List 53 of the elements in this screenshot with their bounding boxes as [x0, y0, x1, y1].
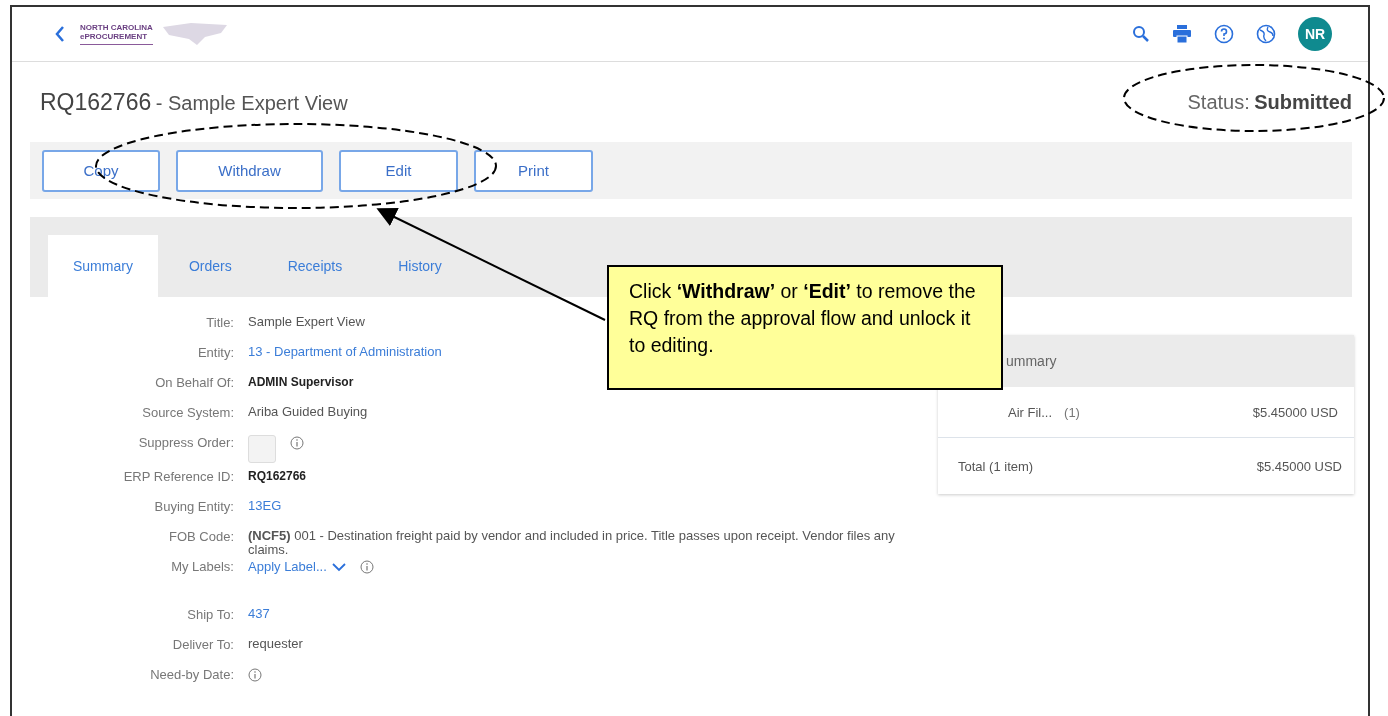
- item-quantity: (1): [1064, 404, 1080, 420]
- tab[interactable]: History: [373, 235, 467, 297]
- field-label: Buying Entity:: [153, 499, 235, 515]
- user-avatar[interactable]: NR: [1298, 17, 1332, 51]
- action-button[interactable]: Print: [474, 149, 593, 192]
- action-button[interactable]: Edit: [339, 149, 458, 192]
- field-label: Ship To:: [186, 607, 235, 623]
- info-icon[interactable]: [290, 436, 304, 450]
- total-amount: $5.45000 USD: [1256, 458, 1342, 474]
- info-icon[interactable]: [248, 668, 262, 682]
- field-value: (NCF5) 001 - Destination freight paid by vendor and included in price. Title passes upon receipt. Vendor files any claims.: [248, 529, 896, 557]
- item-name: Air Fil...: [1008, 404, 1053, 420]
- field-value: Ariba Guided Buying: [248, 405, 368, 419]
- item-amount: $5.45000 USD: [1252, 404, 1338, 420]
- field-link[interactable]: 13EG: [248, 499, 282, 513]
- field-link[interactable]: 13 - Department of Administration: [248, 345, 442, 359]
- tab[interactable]: Summary: [48, 235, 158, 297]
- field-value: Sample Expert View: [248, 315, 365, 329]
- field-label: My Labels:: [170, 559, 235, 575]
- field-value: RQ162766: [248, 469, 307, 483]
- requisition-id: RQ162766: [40, 88, 152, 115]
- info-icon[interactable]: [359, 560, 374, 574]
- field-link[interactable]: 437: [248, 607, 270, 621]
- search-icon[interactable]: [1132, 25, 1150, 43]
- chevron-icon[interactable]: [331, 561, 346, 572]
- total-label: Total (1 item): [958, 458, 1034, 474]
- printer-icon[interactable]: [1172, 24, 1192, 44]
- action-button[interactable]: Withdraw: [176, 149, 323, 192]
- status-label: Status:: [1187, 90, 1250, 113]
- globe-icon[interactable]: [1256, 24, 1276, 44]
- field-value: ADMIN Supervisor: [248, 375, 354, 389]
- back-icon[interactable]: [54, 25, 66, 43]
- field-label: Need-by Date:: [149, 667, 235, 683]
- tab[interactable]: Orders: [163, 235, 257, 297]
- field-label: On Behalf Of:: [154, 375, 235, 391]
- field-label: Suppress Order:: [137, 435, 235, 451]
- field-label: Source System:: [141, 405, 235, 421]
- action-button[interactable]: Copy: [42, 149, 160, 192]
- tab[interactable]: Receipts: [262, 235, 368, 297]
- checkbox[interactable]: [248, 435, 276, 463]
- callout-note: Click ‘Withdraw’ or ‘Edit’ to remove the RQ from the approval flow and unlock it to editing.: [607, 265, 1003, 390]
- status-value: Submitted: [1254, 90, 1352, 113]
- label-dropdown[interactable]: Apply Label...: [248, 559, 346, 574]
- field-value: requester: [248, 637, 303, 651]
- panel-heading: ummary: [1006, 353, 1057, 369]
- help-icon[interactable]: [1214, 24, 1234, 44]
- field-label: FOB Code:: [167, 529, 235, 545]
- logo: NORTH CAROLINA ePROCUREMENT: [80, 23, 153, 45]
- field-label: Entity:: [196, 345, 235, 361]
- field-label: Title:: [205, 315, 235, 331]
- requisition-title: - Sample Expert View: [155, 91, 348, 114]
- field-label: ERP Reference ID:: [122, 469, 235, 485]
- field-label: Deliver To:: [171, 637, 235, 653]
